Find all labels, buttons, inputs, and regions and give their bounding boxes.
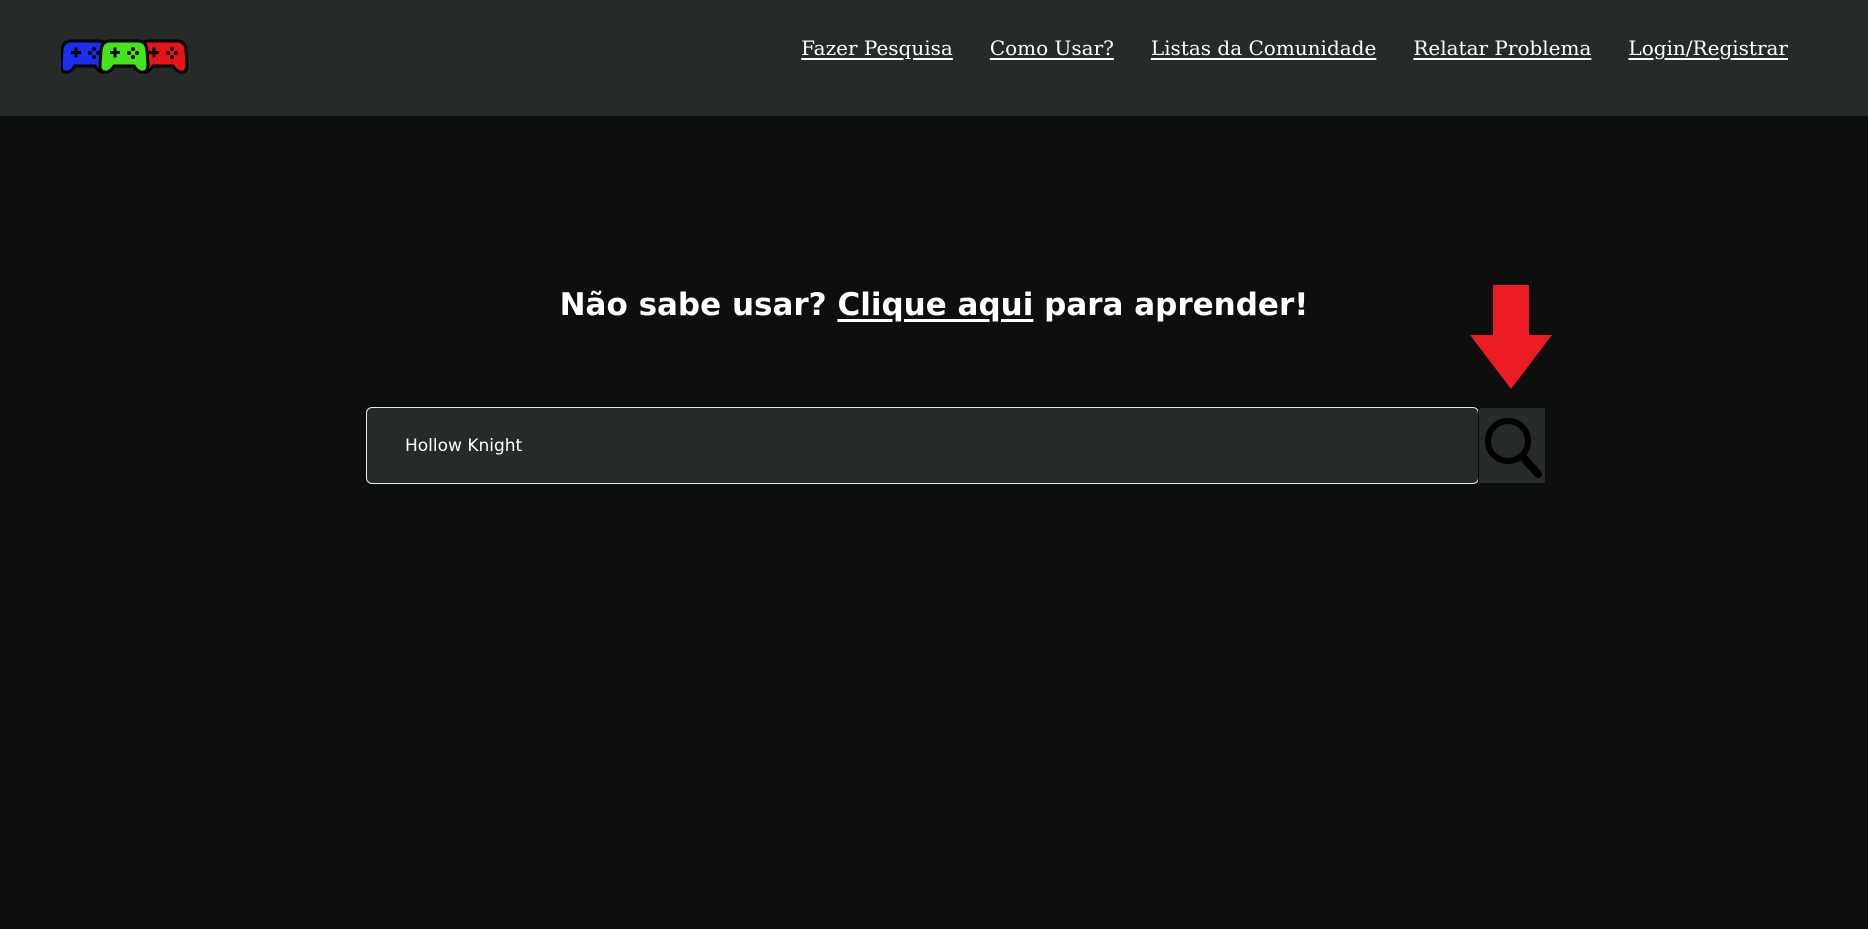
main-nav: Fazer Pesquisa Como Usar? Listas da Comu…: [801, 35, 1788, 61]
help-link[interactable]: Clique aqui: [837, 287, 1033, 323]
nav-link-como-usar[interactable]: Como Usar?: [990, 36, 1114, 60]
search-button[interactable]: [1478, 407, 1546, 484]
gamepad-logo-icon[interactable]: [61, 35, 189, 75]
nav-link-listas-comunidade[interactable]: Listas da Comunidade: [1151, 36, 1376, 60]
arrow-down-icon: [1470, 285, 1552, 389]
nav-link-login-registrar[interactable]: Login/Registrar: [1628, 36, 1788, 60]
nav-link-relatar-problema[interactable]: Relatar Problema: [1413, 36, 1591, 60]
search-input[interactable]: [366, 407, 1479, 484]
help-suffix: para aprender!: [1044, 287, 1309, 323]
site-header: Fazer Pesquisa Como Usar? Listas da Comu…: [0, 0, 1868, 116]
help-heading: Não sabe usar? Clique aqui para aprender…: [0, 287, 1868, 323]
nav-link-fazer-pesquisa[interactable]: Fazer Pesquisa: [801, 36, 953, 60]
help-prefix: Não sabe usar?: [559, 287, 827, 323]
magnifier-icon: [1479, 412, 1545, 480]
